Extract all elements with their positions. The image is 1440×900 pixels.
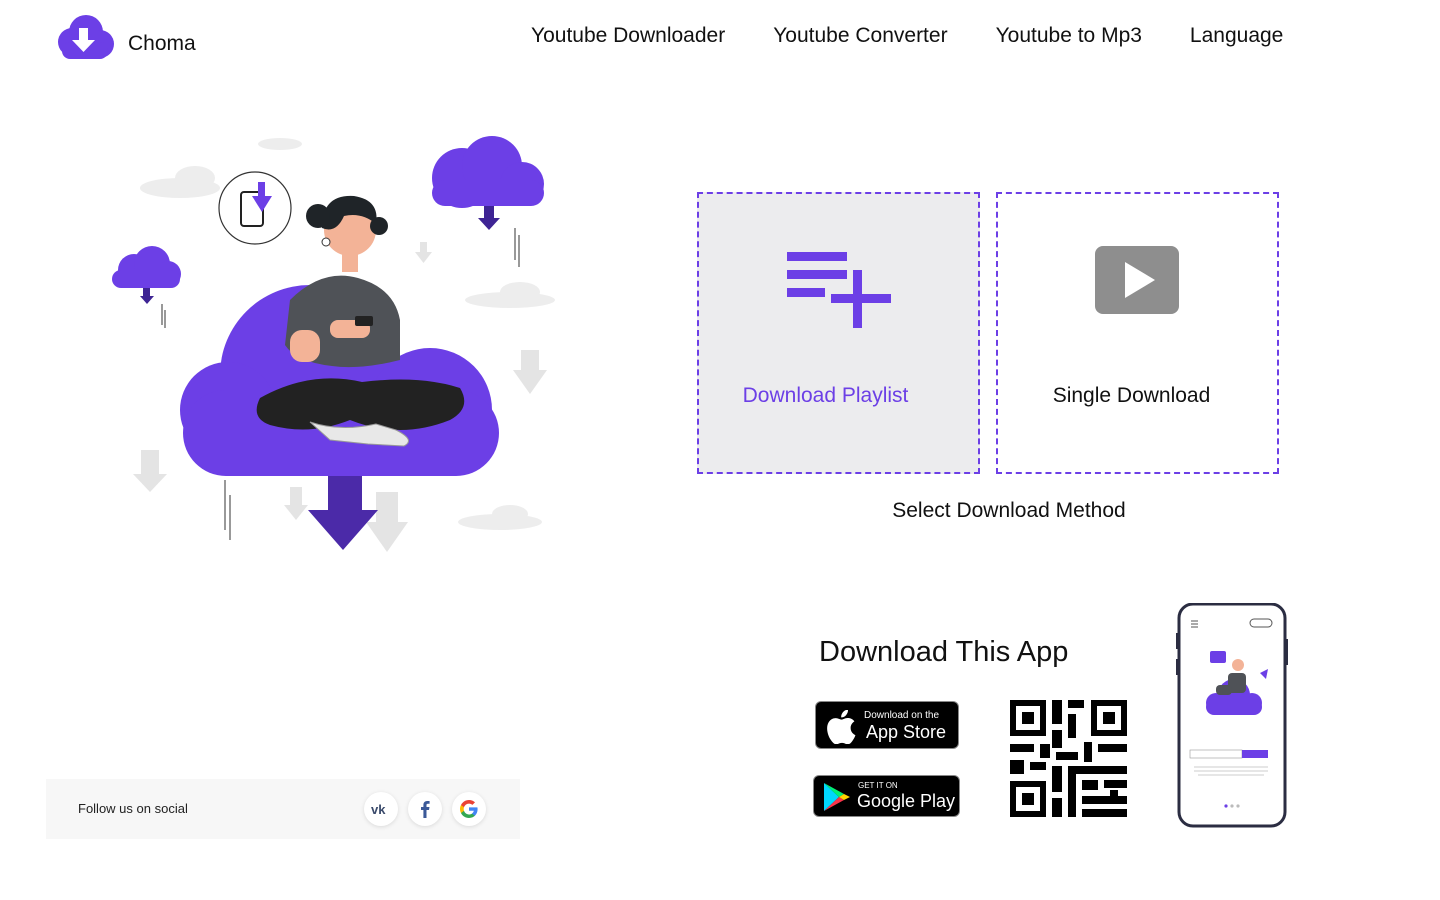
playlist-add-icon <box>786 252 891 328</box>
single-download-card[interactable]: Single Download <box>996 192 1279 474</box>
select-method-caption: Select Download Method <box>892 499 1126 522</box>
vk-button[interactable]: vk <box>364 792 398 826</box>
nav-youtube-downloader[interactable]: Youtube Downloader <box>531 24 725 48</box>
app-store-button[interactable]: Download on the App Store <box>815 701 959 749</box>
main-nav: Youtube Downloader Youtube Converter You… <box>531 24 1283 48</box>
google-play-small-text: GET IT ON <box>858 781 898 790</box>
nav-language[interactable]: Language <box>1190 24 1283 48</box>
google-icon <box>460 800 478 818</box>
qr-code-icon[interactable] <box>1010 700 1127 817</box>
facebook-button[interactable] <box>408 792 442 826</box>
single-download-label: Single Download <box>1052 384 1211 407</box>
social-label: Follow us on social <box>78 801 188 816</box>
app-store-big-text: App Store <box>866 722 947 742</box>
social-bar: Follow us on social vk <box>46 779 520 839</box>
app-store-small-text: Download on the <box>864 710 940 721</box>
download-playlist-label: Download Playlist <box>742 384 909 407</box>
brand-name: Choma <box>128 32 196 55</box>
play-icon <box>1094 246 1179 314</box>
google-button[interactable] <box>452 792 486 826</box>
brand-logo[interactable]: Choma <box>52 14 196 60</box>
vk-icon: vk <box>371 803 386 815</box>
google-play-big-text: Google Play <box>857 791 956 811</box>
download-app-title: Download This App <box>819 636 1069 668</box>
phone-preview-image <box>1176 603 1288 828</box>
nav-youtube-converter[interactable]: Youtube Converter <box>773 24 947 48</box>
hero-illustration <box>112 136 555 552</box>
apple-icon <box>827 710 856 744</box>
download-playlist-card[interactable]: Download Playlist <box>697 192 980 474</box>
google-play-button[interactable]: GET IT ON Google Play <box>813 775 960 817</box>
google-play-icon <box>824 783 850 811</box>
facebook-icon <box>421 801 430 818</box>
svg-text:vk: vk <box>371 803 386 815</box>
nav-youtube-to-mp3[interactable]: Youtube to Mp3 <box>996 24 1142 48</box>
cloud-download-icon <box>58 15 114 59</box>
